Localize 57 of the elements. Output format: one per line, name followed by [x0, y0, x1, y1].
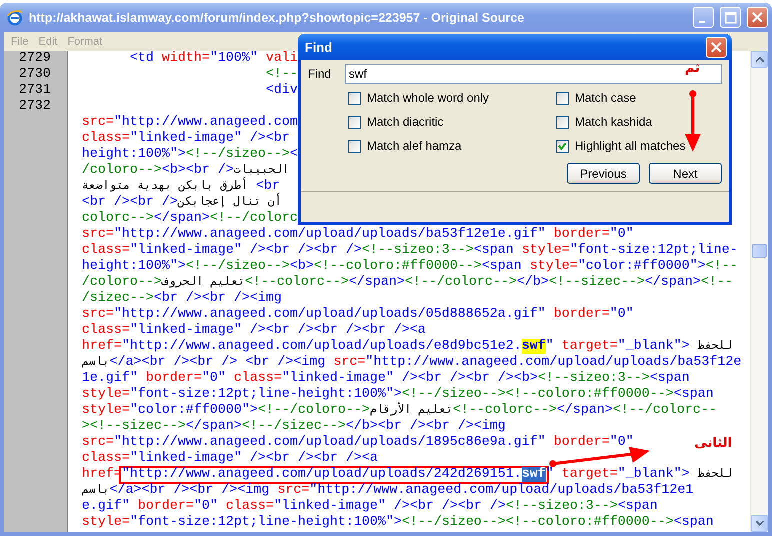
line-number: 2732 — [19, 99, 51, 114]
scroll-down-button[interactable] — [751, 515, 768, 532]
scroll-thumb[interactable] — [752, 244, 767, 258]
line-number: 2730 — [19, 67, 51, 82]
annotation-arrow — [685, 90, 701, 152]
checkbox[interactable] — [348, 140, 361, 152]
option-label: Match alef hamza — [367, 139, 462, 153]
option-label: Match diacritic — [367, 115, 444, 129]
close-button[interactable] — [747, 7, 768, 28]
code-line: <td width="100%" vali — [128, 51, 298, 66]
browser-icon — [7, 10, 23, 26]
option-label: Match whole word only — [367, 91, 490, 105]
code-line: src="http://www.anageed.com/upload/uploads/05d888652a.gif" border="0" — [82, 307, 634, 322]
checkbox[interactable] — [556, 116, 569, 128]
window-title: http://akhawat.islamway.com/forum/index.php?showtopic=223957 - Original Source — [29, 10, 526, 24]
option-label: Highlight all matches — [575, 139, 686, 153]
close-button[interactable] — [706, 36, 727, 58]
close-icon — [711, 42, 722, 52]
code-line: ><!--sizec--></span><!--/sizec--></b><br /><br /><img — [82, 419, 506, 434]
code-line: style="font-size:12pt;line-height:100%"><!--/sizeo--><!--coloro:#ff0000--><span — [82, 515, 714, 530]
code-line: /sizec--><br /><br /><img — [82, 291, 282, 306]
code-line: e.gif" border="0" class="linked-image" /><br /><br /><!--sizeo:3--><span — [82, 499, 658, 514]
checkbox[interactable] — [348, 116, 361, 128]
caret-down-icon — [756, 521, 764, 526]
scrollbar[interactable] — [750, 51, 768, 532]
annotation-text: ثم — [685, 61, 700, 76]
minimize-icon — [699, 20, 705, 22]
scroll-up-button[interactable] — [751, 51, 768, 68]
checkbox[interactable] — [556, 92, 569, 104]
code-line: src="http://www.anageed.com — [82, 115, 298, 130]
code-line: style="font-size:12pt;line-height:100%"><!--/sizeo--><!--coloro:#ff0000--><span — [82, 387, 714, 402]
code-line: class="linked-image" /><br /><br /><br /><a — [82, 323, 426, 338]
code-line: height:100%"><!--/sizeo--><b><!--coloro:#ff0000--><span style="color:#ff0000"><!-- — [82, 259, 738, 274]
code-line: height:100%"><!--/sizeo-->< — [82, 147, 298, 162]
code-line: class="linked-image" /><br /><br /><!--sizeo:3--><span style="font-size:12pt;line- — [82, 243, 738, 258]
code-line: src="http://www.anageed.com/upload/uploads/ba53f12e1e.gif" border="0" — [82, 227, 634, 242]
caret-up-icon — [756, 57, 764, 62]
code-line: src="http://www.anageed.com/upload/uploads/1895c86e9a.gif" border="0" — [82, 435, 634, 450]
checkbox[interactable] — [348, 92, 361, 104]
option-label: Match kashida — [575, 115, 652, 129]
code-line: class="linked-image" /><br /><br /><a — [82, 451, 378, 466]
code-line: colorc--></span><!--/colorc — [82, 211, 298, 226]
close-icon — [752, 12, 763, 23]
line-number: 2731 — [19, 83, 51, 98]
code-line: <div — [264, 83, 298, 98]
option-label: Match case — [575, 91, 636, 105]
code-line: 1e.gif" border="0" class="linked-image" /><br /><br /><b><!--sizeo:3--><span — [82, 371, 690, 386]
line-number: 2729 — [19, 51, 51, 66]
find-label: Find — [308, 67, 332, 81]
code-line: <!-- — [264, 67, 298, 82]
dialog-button[interactable]: Next — [649, 163, 722, 184]
maximize-icon — [724, 12, 736, 24]
dialog-button[interactable]: Previous — [567, 163, 640, 184]
annotation-text: الثانى — [694, 436, 732, 451]
checkbox[interactable] — [556, 140, 569, 152]
code-line: class="linked-image" /><br — [82, 131, 290, 146]
dialog-title: Find — [305, 40, 332, 54]
